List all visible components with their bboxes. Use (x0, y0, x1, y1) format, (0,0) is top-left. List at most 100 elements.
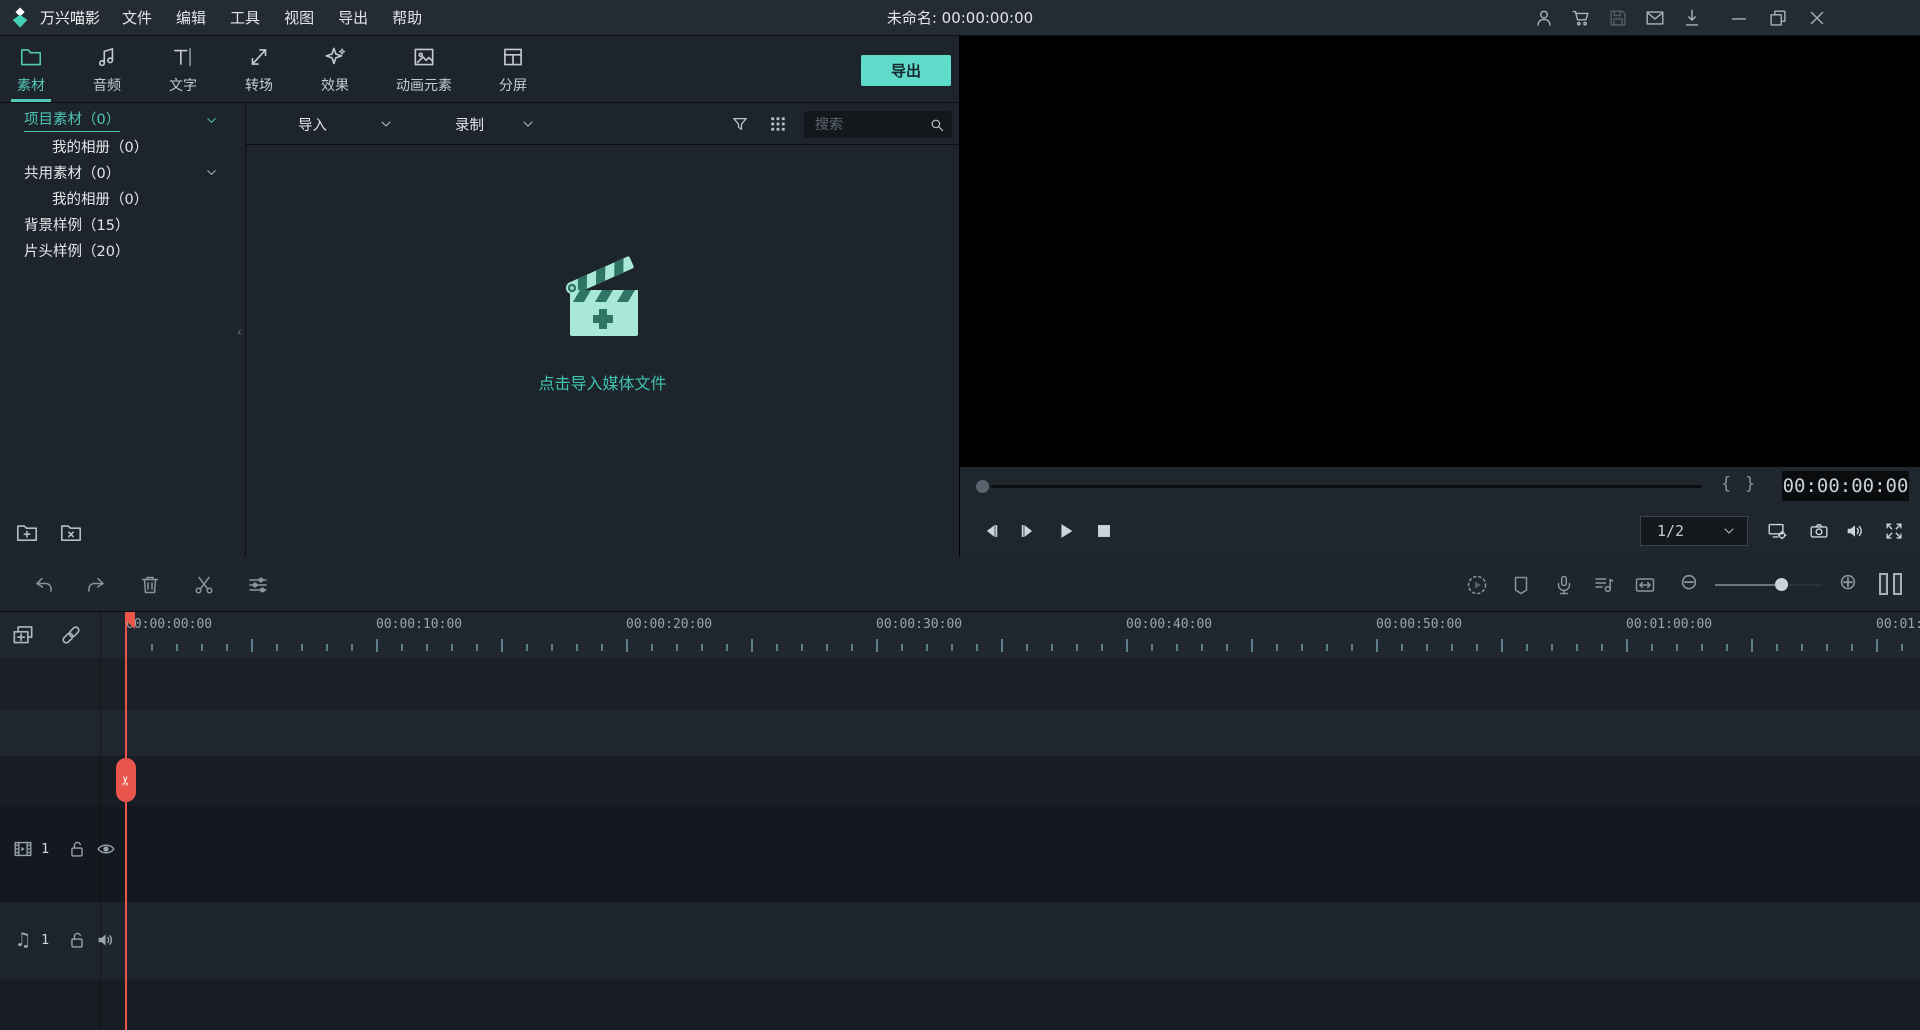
previous-frame-icon[interactable] (980, 520, 1002, 542)
sidebar-item-intro-samples[interactable]: 片头样例（20） (0, 237, 245, 263)
sidebar-item-shared-media[interactable]: 共用素材（0） (0, 159, 245, 185)
tab-audio[interactable]: 音频 (78, 36, 136, 102)
tab-media[interactable]: 素材 (2, 36, 60, 102)
menu-edit[interactable]: 编辑 (164, 7, 218, 28)
scrubber-track[interactable] (991, 485, 1702, 488)
video-track-lane[interactable] (0, 806, 1920, 902)
sidebar-item-project-media[interactable]: 项目素材（0） (0, 107, 245, 133)
preview-zoom-select[interactable]: 1/2 (1640, 516, 1748, 546)
ruler-tick (1601, 644, 1603, 651)
ruler-tick (701, 644, 703, 651)
next-frame-icon[interactable] (1017, 520, 1039, 542)
slider-handle[interactable] (1775, 578, 1788, 591)
chevron-down-icon[interactable] (204, 113, 219, 128)
minimize-icon[interactable] (1728, 7, 1750, 29)
ruler-tick (351, 644, 353, 651)
sidebar-item-my-album-1[interactable]: 我的相册（0） (0, 133, 245, 159)
save-icon[interactable] (1607, 7, 1629, 29)
mark-in-button[interactable]: { (1721, 474, 1731, 494)
display-settings-icon[interactable] (1766, 520, 1788, 542)
marker-icon[interactable] (1509, 573, 1533, 597)
sidebar-item-my-album-2[interactable]: 我的相册（0） (0, 185, 245, 211)
slider-fill (1715, 584, 1781, 586)
restore-icon[interactable] (1767, 7, 1789, 29)
import-media-dropzone[interactable]: 点击导入媒体文件 (538, 252, 666, 394)
menu-file[interactable]: 文件 (110, 7, 164, 28)
ruler-tick (1776, 644, 1778, 651)
timeline-empty-band-1 (0, 658, 1920, 710)
toggle-visibility-eye-icon[interactable] (95, 838, 117, 860)
render-preview-icon[interactable] (1465, 573, 1489, 597)
filter-button[interactable] (730, 103, 750, 145)
redo-icon[interactable] (84, 573, 108, 597)
dual-view-icon[interactable] (1879, 573, 1902, 595)
playhead-scissors-handle[interactable]: ✂ (116, 758, 136, 802)
ruler-tick (1901, 644, 1903, 651)
timeline-zoom-slider[interactable] (1715, 584, 1822, 586)
tab-transition[interactable]: 转场 (230, 36, 288, 102)
mute-speaker-icon[interactable] (1844, 520, 1866, 542)
mute-track-speaker-icon[interactable] (95, 929, 117, 951)
menu-help[interactable]: 帮助 (380, 7, 434, 28)
search-icon[interactable] (928, 116, 946, 134)
chevron-down-icon (520, 116, 536, 132)
record-voiceover-mic-icon[interactable] (1552, 573, 1576, 597)
ruler-tick (1576, 644, 1578, 651)
audio-mixer-icon[interactable] (1592, 573, 1616, 597)
audio-track-lane[interactable] (0, 902, 1920, 980)
ruler-tick (751, 639, 753, 652)
tab-text[interactable]: 文字 (154, 36, 212, 102)
video-track-header: 1 (12, 838, 117, 860)
chevron-down-icon[interactable] (204, 165, 219, 180)
app-name: 万兴喵影 (40, 7, 100, 28)
mark-out-button[interactable]: } (1745, 474, 1755, 494)
tab-elements[interactable]: 动画元素 (382, 36, 466, 102)
search-input[interactable] (815, 117, 928, 133)
timeline-ruler[interactable]: 00:00:00:0000:00:10:0000:00:20:0000:00:3… (0, 612, 1920, 658)
add-folder-icon[interactable] (14, 519, 40, 545)
close-icon[interactable] (1806, 7, 1828, 29)
timeline-toolbar: ⊖ ⊕ (0, 557, 1920, 612)
import-button[interactable]: 导入 (298, 103, 327, 145)
sidebar-item-background-samples[interactable]: 背景样例（15） (0, 211, 245, 237)
ruler-label: 00:00:10:00 (376, 617, 462, 632)
sidebar-collapse-handle[interactable]: ‹ (237, 319, 246, 345)
ruler-tick (651, 644, 653, 651)
menu-tools[interactable]: 工具 (218, 7, 272, 28)
view-grid-button[interactable] (768, 103, 788, 145)
export-button[interactable]: 导出 (861, 55, 951, 86)
store-cart-icon[interactable] (1570, 7, 1592, 29)
ruler-tick (1076, 644, 1078, 651)
snapshot-camera-icon[interactable] (1808, 520, 1830, 542)
tab-split-screen[interactable]: 分屏 (484, 36, 542, 102)
account-icon[interactable] (1533, 7, 1555, 29)
feedback-mail-icon[interactable] (1644, 7, 1666, 29)
menu-view[interactable]: 视图 (272, 7, 326, 28)
split-scissors-icon[interactable] (192, 573, 216, 597)
lock-track-icon[interactable] (66, 929, 88, 951)
record-button[interactable]: 录制 (455, 103, 484, 145)
media-sidebar: 项目素材（0） 我的相册（0） 共用素材（0） (0, 103, 246, 557)
fullscreen-icon[interactable] (1883, 520, 1905, 542)
ruler-label: 00:00:50:00 (1376, 617, 1462, 632)
play-icon[interactable] (1055, 520, 1077, 542)
download-icon[interactable] (1681, 7, 1703, 29)
adjust-sliders-icon[interactable] (246, 573, 270, 597)
zoom-in-icon[interactable]: ⊕ (1836, 571, 1860, 595)
delete-trash-icon[interactable] (138, 573, 162, 597)
stop-icon[interactable] (1093, 520, 1115, 542)
delete-folder-icon[interactable] (58, 519, 84, 545)
zoom-out-icon[interactable]: ⊖ (1677, 571, 1701, 595)
menu-export[interactable]: 导出 (326, 7, 380, 28)
folder-icon (18, 44, 44, 70)
import-dropdown-chevron[interactable] (378, 103, 394, 145)
zoom-to-fit-icon[interactable] (1633, 573, 1657, 597)
tab-effects[interactable]: 效果 (306, 36, 364, 102)
lock-track-icon[interactable] (66, 838, 88, 860)
undo-icon[interactable] (32, 573, 56, 597)
video-viewport[interactable] (960, 36, 1920, 467)
playhead-line[interactable] (125, 612, 127, 1030)
scrubber-handle[interactable] (976, 480, 989, 493)
ruler-tick (851, 644, 853, 651)
record-dropdown-chevron[interactable] (520, 103, 536, 145)
